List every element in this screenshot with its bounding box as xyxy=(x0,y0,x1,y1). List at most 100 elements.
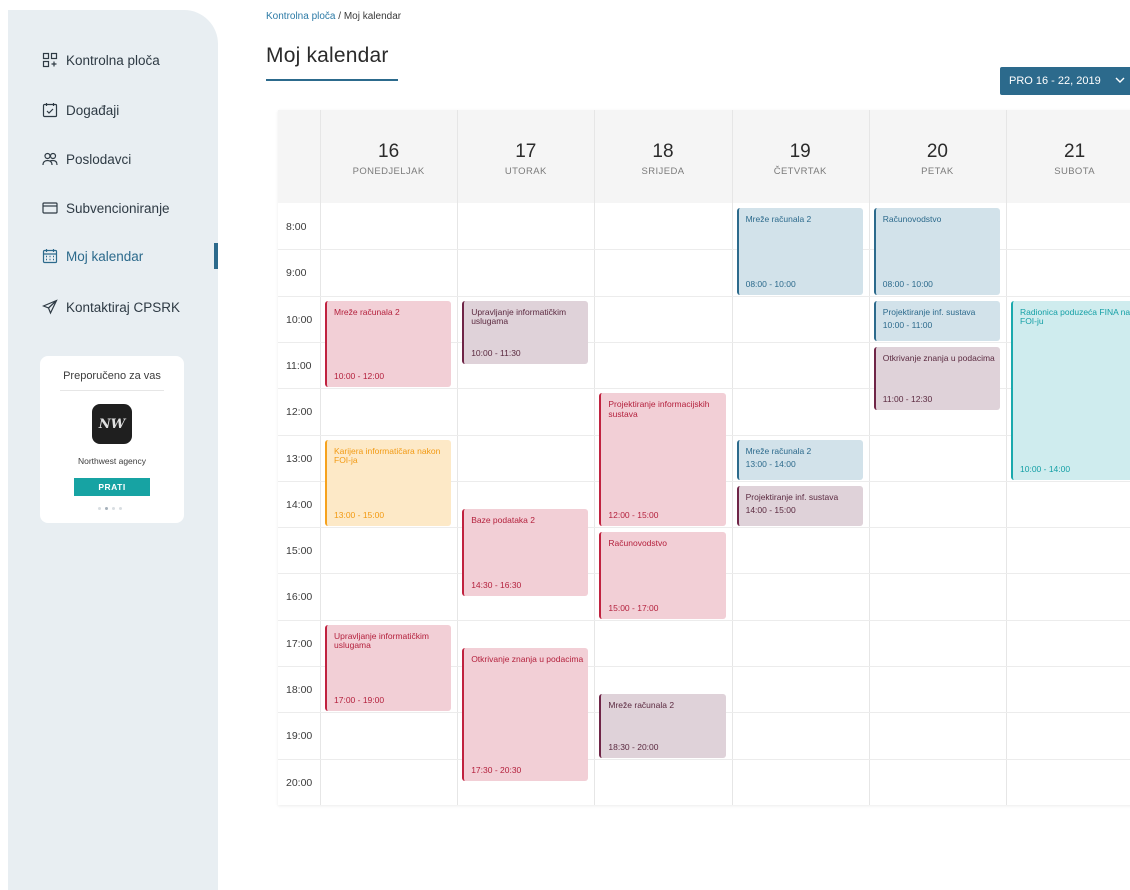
calendar-event[interactable]: Projektiranje inf. sustava 10:00 - 11:00 xyxy=(873,300,1000,341)
day-header[interactable]: 21 SUBOTA xyxy=(1006,110,1130,203)
hour-line xyxy=(278,388,1130,390)
calendar-event[interactable]: Projektiranje inf. sustava 14:00 - 15:00 xyxy=(736,485,863,527)
day-number: 17 xyxy=(515,141,537,162)
event-time: 17:30 - 20:30 xyxy=(471,764,522,775)
event-title: Karijera informatičara nakon FOI-ja xyxy=(334,445,441,466)
day-header[interactable]: 20 PETAK xyxy=(869,110,1006,203)
calendar-event[interactable]: Mreže računala 2 13:00 - 14:00 xyxy=(736,439,863,480)
event-time: 10:00 - 14:00 xyxy=(1020,463,1071,474)
time-label: 20:00 xyxy=(286,776,313,789)
sidebar-item-label: Događaji xyxy=(66,102,120,118)
calendar-event[interactable]: Mreže računala 2 08:00 - 10:00 xyxy=(736,208,863,295)
column-divider xyxy=(594,110,596,805)
calendar-event[interactable]: Upravljanje informatičkim uslugama 10:00 … xyxy=(462,300,589,365)
event-title: Projektiranje informacijskih sustava xyxy=(608,399,710,419)
sidebar-item-moj-kalendar[interactable]: Moj kalendar xyxy=(40,243,143,269)
carousel-dot[interactable] xyxy=(119,507,122,510)
time-label: 8:00 xyxy=(286,221,307,233)
sidebar-item-poslodavci[interactable]: Poslodavci xyxy=(40,146,131,172)
day-header[interactable]: 17 UTORAK xyxy=(457,110,594,203)
calendar-check-icon xyxy=(40,100,60,120)
event-title: Mreže računala 2 xyxy=(334,306,400,317)
breadcrumb-link-root[interactable]: Kontrolna ploča xyxy=(266,11,336,22)
event-title: Otkrivanje znanja u podacima xyxy=(882,352,995,363)
day-name: PONEDJELJAK xyxy=(352,166,425,177)
event-title: Otkrivanje znanja u podacima xyxy=(471,653,584,664)
calendar-event[interactable]: Mreže računala 2 10:00 - 12:00 xyxy=(325,300,452,388)
event-title: Mreže računala 2 xyxy=(745,445,812,456)
carousel-dot-active[interactable] xyxy=(105,507,108,510)
day-number: 21 xyxy=(1064,141,1086,162)
hour-line xyxy=(278,249,1130,251)
calendar-event[interactable]: Otkrivanje znanja u podacima 17:30 - 20:3… xyxy=(462,647,589,781)
time-label: 9:00 xyxy=(286,267,307,280)
week-select-value: PRO 16 - 22, 2019 xyxy=(1009,75,1101,87)
time-label: 12:00 xyxy=(286,406,313,419)
event-time: 14:30 - 16:30 xyxy=(471,579,522,590)
event-time: 11:00 - 12:30 xyxy=(882,394,933,405)
event-title: Projektiranje inf. sustava xyxy=(745,491,839,502)
event-time: 17:00 - 19:00 xyxy=(334,695,385,706)
company-logo[interactable]: NW xyxy=(92,404,132,444)
day-number: 16 xyxy=(378,141,400,162)
event-title: Projektiranje inf. sustava xyxy=(882,306,976,317)
time-label: 10:00 xyxy=(286,313,313,326)
hour-line xyxy=(278,619,1130,621)
calendar-event[interactable]: Karijera informatičara nakon FOI-ja 13:00… xyxy=(325,439,452,527)
event-title: Upravljanje informatičkim uslugama xyxy=(471,306,567,327)
calendar-event[interactable]: Računovodstvo 15:00 - 17:00 xyxy=(599,532,726,619)
active-indicator xyxy=(214,243,218,269)
sidebar-item-kontaktiraj[interactable]: Kontaktiraj CPSRK xyxy=(40,294,180,320)
follow-button[interactable]: PRATI xyxy=(74,478,150,496)
day-number: 20 xyxy=(926,141,948,162)
event-time: 10:00 - 12:00 xyxy=(334,371,385,382)
users-icon xyxy=(40,149,60,169)
event-time: 15:00 - 17:00 xyxy=(608,602,659,613)
company-name: Northwest agency xyxy=(77,456,147,466)
day-header[interactable]: 16 PONEDJELJAK xyxy=(320,110,457,203)
week-select[interactable]: PRO 16 - 22, 2019 xyxy=(1000,67,1130,95)
day-name: SRIJEDA xyxy=(641,166,685,177)
day-number: 18 xyxy=(652,141,674,162)
day-name: SUBOTA xyxy=(1054,166,1095,177)
event-title: Mreže računala 2 xyxy=(745,214,812,224)
carousel-dot[interactable] xyxy=(112,507,115,510)
calendar-event[interactable]: Projektiranje informacijskih sustava 12:0… xyxy=(599,393,726,527)
sidebar-item-kontrolna-ploca[interactable]: Kontrolna ploča xyxy=(40,47,160,73)
title-underline xyxy=(266,79,398,81)
day-header[interactable]: 19 ČETVRTAK xyxy=(732,110,869,203)
event-title: Računovodstvo xyxy=(608,538,667,549)
sidebar-item-dogadaji[interactable]: Događaji xyxy=(40,97,119,123)
day-header[interactable]: 18 SRIJEDA xyxy=(594,110,731,203)
calendar-event[interactable]: Računovodstvo 08:00 - 10:00 xyxy=(873,208,1000,295)
column-divider xyxy=(731,110,733,805)
event-time: 12:00 - 15:00 xyxy=(608,510,659,521)
sidebar-item-subvencioniranje[interactable]: Subvencioniranje xyxy=(40,195,170,221)
calendar-event[interactable]: Baze podataka 2 14:30 - 16:30 xyxy=(462,508,589,596)
calendar-event[interactable]: Otkrivanje znanja u podacima 11:00 - 12:3… xyxy=(873,346,1000,411)
carousel-dot[interactable] xyxy=(98,507,101,510)
column-divider xyxy=(868,110,870,805)
column-divider xyxy=(320,110,321,805)
event-time: 10:00 - 11:00 xyxy=(882,319,933,330)
event-title: Računovodstvo xyxy=(882,214,942,224)
recommended-card: Preporučeno za vas NW Northwest agency P… xyxy=(40,356,184,523)
breadcrumb: Kontrolna ploča / Moj kalendar xyxy=(266,11,401,22)
event-time: 13:00 - 15:00 xyxy=(334,510,385,521)
calendar-event[interactable]: Radionica poduzeća FINA na FOI-ju 10:00 -… xyxy=(1011,300,1130,480)
day-name: PETAK xyxy=(921,166,954,177)
sidebar-item-label: Poslodavci xyxy=(66,151,132,167)
sidebar-item-label: Subvencioniranje xyxy=(66,200,170,216)
sidebar-item-label: Kontaktiraj CPSRK xyxy=(66,299,181,315)
day-name: UTORAK xyxy=(504,166,547,177)
calendar-icon xyxy=(40,246,60,266)
calendar-event[interactable]: Upravljanje informatičkim uslugama 17:00 … xyxy=(325,624,452,712)
event-time: 08:00 - 10:00 xyxy=(745,278,796,289)
calendar-event[interactable]: Mreže računala 2 18:30 - 20:00 xyxy=(599,694,726,758)
event-title: Baze podataka 2 xyxy=(471,514,535,525)
event-time: 13:00 - 14:00 xyxy=(745,458,796,469)
day-name: ČETVRTAK xyxy=(773,166,827,177)
time-label: 16:00 xyxy=(286,591,313,604)
chevron-down-icon xyxy=(1115,75,1125,87)
hour-line xyxy=(278,758,1130,760)
